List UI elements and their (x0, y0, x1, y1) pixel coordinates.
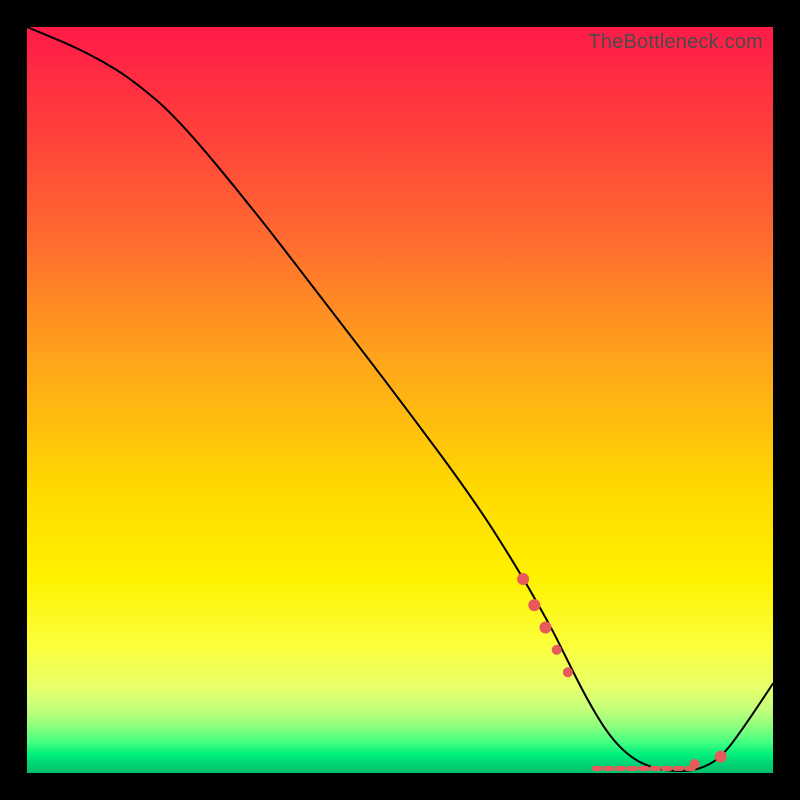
data-marker (540, 622, 552, 634)
data-marker (552, 645, 562, 655)
data-marker (715, 751, 727, 763)
data-marker (517, 573, 529, 585)
chart-frame: TheBottleneck.com (0, 0, 800, 800)
data-marker (563, 667, 573, 677)
plot-area: TheBottleneck.com (27, 27, 773, 773)
chart-overlay (27, 27, 773, 773)
data-marker (690, 759, 700, 769)
bottleneck-curve (27, 27, 773, 771)
data-marker (528, 599, 540, 611)
marker-group (517, 573, 727, 769)
